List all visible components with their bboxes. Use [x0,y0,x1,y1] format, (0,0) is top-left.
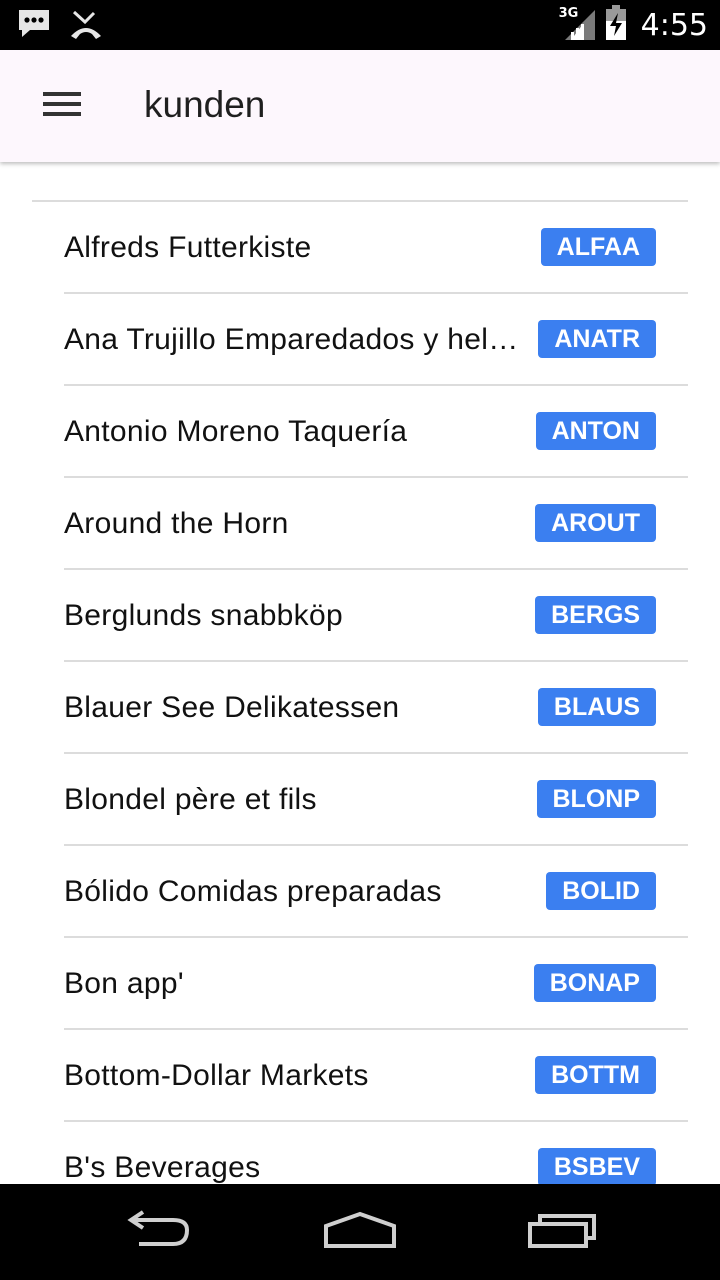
customer-row[interactable]: Ana Trujillo Emparedados y helados ANATR [0,294,720,386]
notification-area [16,8,104,45]
customer-name: B's Beverages [64,1151,261,1184]
navigation-bar [0,1184,720,1280]
customer-row[interactable]: Antonio Moreno Taquería ANTON [0,386,720,478]
customer-row[interactable]: Bottom-Dollar Markets BOTTM [0,1030,720,1122]
back-icon [125,1209,195,1255]
customer-code-badge: BLONP [536,780,656,818]
battery-icon [605,4,627,46]
recent-apps-icon [526,1210,598,1255]
customer-code-badge: ALFAA [540,228,656,266]
missed-call-icon [68,8,104,45]
customer-row[interactable]: Bon app' BONAP [0,938,720,1030]
home-icon [322,1210,398,1255]
customer-code-badge: AROUT [535,504,656,542]
customer-code-badge: BERGS [535,596,656,634]
page-title: kunden [144,84,266,125]
customer-row[interactable]: Blauer See Delikatessen BLAUS [0,662,720,754]
recent-apps-button[interactable] [512,1202,612,1262]
customer-name: Blauer See Delikatessen [64,691,400,724]
customer-list[interactable]: Alfreds Futterkiste ALFAA Ana Trujillo Emp… [0,162,720,1184]
customer-name: Berglunds snabbköp [64,599,343,632]
customer-row[interactable]: Alfreds Futterkiste ALFAA [0,202,720,294]
customer-code-badge: ANTON [535,412,656,450]
customer-row[interactable]: Around the Horn AROUT [0,478,720,570]
customer-rows: Alfreds Futterkiste ALFAA Ana Trujillo Emp… [0,202,720,1184]
customer-name: Bottom-Dollar Markets [64,1059,369,1092]
customer-row[interactable]: Blondel père et fils BLONP [0,754,720,846]
customer-name: Alfreds Futterkiste [64,231,312,264]
status-bar: 3G 4:55 [0,0,720,50]
screen: 3G 4:55 kunden Alfreds Futterkiste ALFAA… [0,0,720,1280]
customer-name: Bólido Comidas preparadas [64,875,442,908]
customer-code-badge: BOLID [546,872,656,910]
app-bar: kunden [0,50,720,162]
message-notification-icon [16,8,52,45]
hamburger-menu-icon [43,90,81,123]
customer-name: Ana Trujillo Emparedados y helados [64,323,526,356]
customer-row[interactable]: Berglunds snabbköp BERGS [0,570,720,662]
customer-code-badge: BONAP [533,964,656,1002]
system-status-area: 3G 4:55 [559,0,708,50]
customer-row[interactable]: Bólido Comidas preparadas BOLID [0,846,720,938]
customer-row[interactable]: B's Beverages BSBEV [0,1122,720,1184]
customer-code-badge: BOTTM [535,1056,656,1094]
customer-name: Bon app' [64,967,184,1000]
customer-name: Blondel père et fils [64,783,317,816]
status-time: 4:55 [640,7,708,43]
menu-button[interactable] [30,74,94,138]
home-button[interactable] [310,1202,410,1262]
back-button[interactable] [110,1202,210,1262]
customer-name: Around the Horn [64,507,289,540]
signal-icon: 3G [559,6,597,42]
customer-code-badge: BLAUS [537,688,656,726]
customer-name: Antonio Moreno Taquería [64,415,408,448]
customer-code-badge: ANATR [538,320,656,358]
customer-code-badge: BSBEV [537,1148,656,1184]
